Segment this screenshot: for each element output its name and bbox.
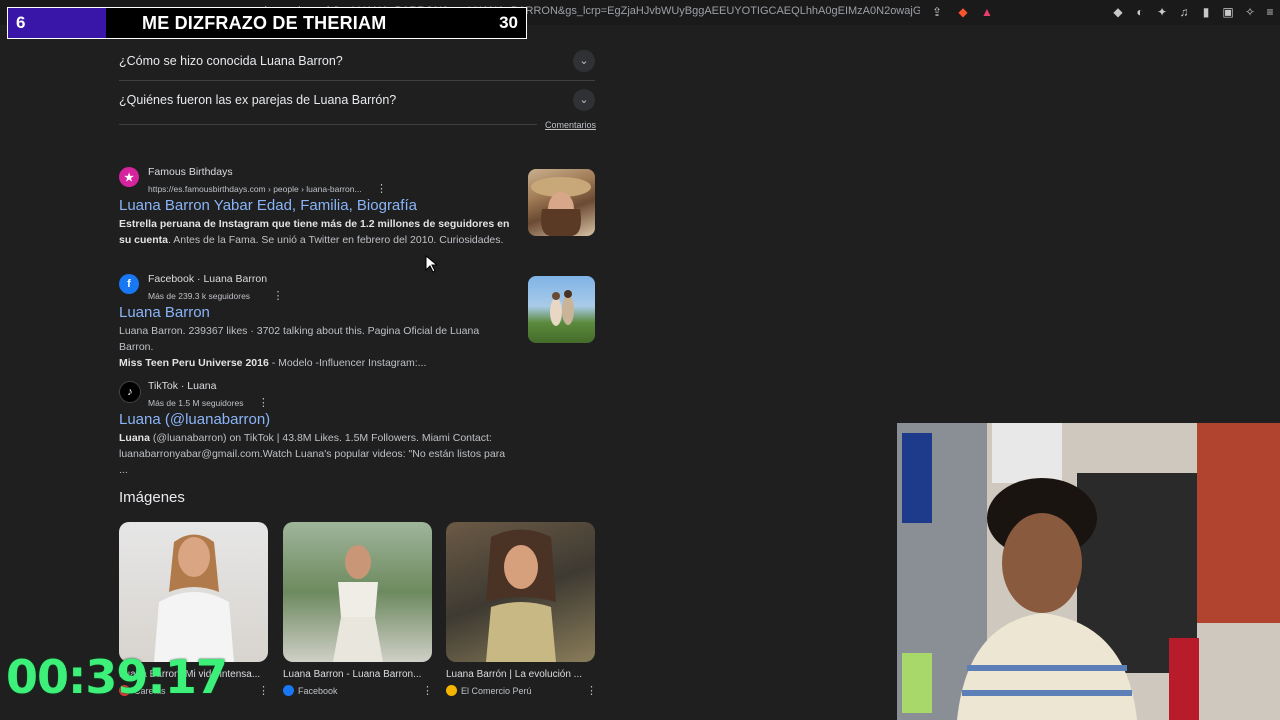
- brave-shield-icon[interactable]: ◆: [955, 4, 971, 20]
- chevron-down-icon[interactable]: ⌄: [573, 89, 595, 111]
- result-site: Facebook · Luana Barron: [148, 273, 268, 285]
- share-icon[interactable]: ⇪: [929, 4, 945, 20]
- puzzle-icon[interactable]: ✦: [1154, 4, 1170, 20]
- overlay-left-number: 6: [8, 8, 106, 38]
- result-site: TikTok · Luana: [148, 380, 217, 392]
- overlay-title: ME DIZFRAZO DE THERIAM: [142, 12, 387, 33]
- result-snippet: Estrella peruana de Instagram que tiene …: [119, 218, 510, 246]
- chevron-down-icon[interactable]: ⌄: [573, 50, 595, 72]
- divider: [119, 124, 537, 125]
- faq-item[interactable]: ¿Quiénes fueron las ex parejas de Luana …: [119, 81, 595, 119]
- more-options-icon[interactable]: ⋮: [258, 397, 269, 409]
- extension-icon[interactable]: ◐: [1132, 4, 1148, 20]
- menu-icon[interactable]: ≡: [1262, 4, 1278, 20]
- faq-question: ¿Quiénes fueron las ex parejas de Luana …: [119, 93, 397, 107]
- more-options-icon[interactable]: ⋮: [273, 290, 284, 302]
- ai-icon[interactable]: ✧: [1242, 4, 1258, 20]
- image-source: El Comercio Perú: [446, 685, 532, 696]
- result-url[interactable]: https://es.famousbirthdays.com › people …: [148, 184, 362, 194]
- rewards-icon[interactable]: ▲: [979, 4, 995, 20]
- mouse-cursor-icon: [425, 254, 439, 278]
- music-icon[interactable]: ♫: [1176, 4, 1192, 20]
- image-source: Facebook: [283, 685, 338, 696]
- feedback-link[interactable]: Comentarios: [545, 120, 596, 130]
- result-title[interactable]: Luana Barron: [119, 304, 210, 321]
- result-followers: Más de 1.5 M seguidores: [148, 398, 244, 408]
- image-result[interactable]: [119, 522, 268, 662]
- result-title[interactable]: Luana Barron Yabar Edad, Familia, Biogra…: [119, 197, 417, 214]
- result-thumbnail[interactable]: [528, 169, 595, 236]
- webcam-feed: [897, 423, 1280, 720]
- more-options-icon[interactable]: ⋮: [376, 183, 387, 195]
- wallet-icon[interactable]: ▣: [1220, 4, 1236, 20]
- result-site: Famous Birthdays: [148, 166, 233, 178]
- source-favicon-icon: [446, 685, 457, 696]
- extension-icon[interactable]: ◆: [1110, 4, 1126, 20]
- images-heading: Imágenes: [119, 489, 185, 506]
- more-options-icon[interactable]: ⋮: [422, 684, 433, 697]
- result-snippet: Luana (@luanabarron) on TikTok | 43.8M L…: [119, 432, 506, 476]
- stream-overlay: 6 ME DIZFRAZO DE THERIAM 30: [7, 7, 527, 39]
- faq-item[interactable]: ¿Cómo se hizo conocida Luana Barron? ⌄: [119, 42, 595, 81]
- result-title[interactable]: Luana (@luanabarron): [119, 411, 270, 428]
- image-result[interactable]: [283, 522, 432, 662]
- facebook-icon: f: [119, 274, 139, 294]
- result-thumbnail[interactable]: [528, 276, 595, 343]
- facebook-icon: [283, 685, 294, 696]
- image-result[interactable]: [446, 522, 595, 662]
- result-followers: Más de 239.3 k seguidores: [148, 291, 251, 301]
- tiktok-icon: ♪: [119, 381, 141, 403]
- star-icon: ★: [119, 167, 139, 187]
- image-caption[interactable]: Luana Barron - Luana Barron...: [283, 669, 432, 680]
- result-snippet: Luana Barron. 239367 likes · 3702 talkin…: [119, 325, 480, 369]
- sidebar-icon[interactable]: ▮: [1198, 4, 1214, 20]
- overlay-right-number: 30: [499, 13, 518, 32]
- more-options-icon[interactable]: ⋮: [258, 684, 269, 697]
- image-caption[interactable]: Luana Barrón | La evolución ...: [446, 669, 595, 680]
- stream-timer: 00:39:17: [6, 650, 228, 704]
- faq-question: ¿Cómo se hizo conocida Luana Barron?: [119, 54, 343, 68]
- more-options-icon[interactable]: ⋮: [586, 684, 597, 697]
